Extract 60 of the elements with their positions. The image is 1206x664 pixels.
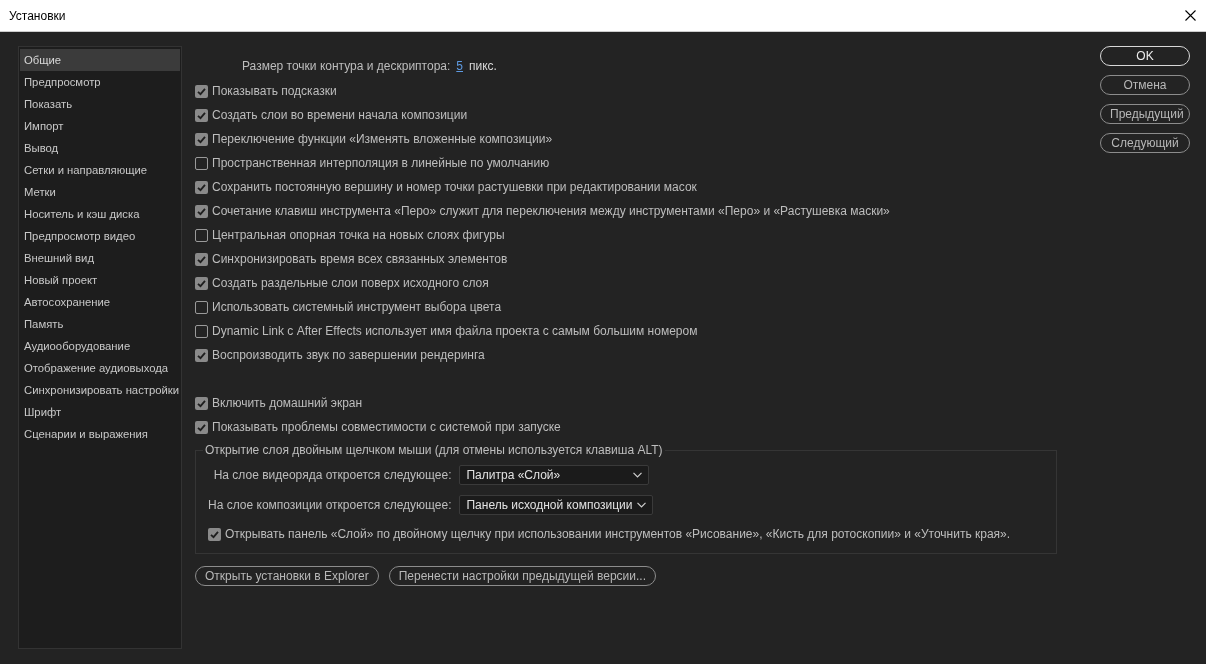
checkbox-label: Открывать панель «Слой» по двойному щелчку при использовании инструментов «Рисование», «Кисть для ротоскопии» и «Уточнить края». xyxy=(225,527,1011,541)
sidebar-item[interactable]: Новый проект xyxy=(20,269,180,291)
checkbox[interactable] xyxy=(195,324,208,338)
sidebar-item[interactable]: Шрифт xyxy=(20,401,180,423)
checkbox[interactable] xyxy=(195,300,208,314)
checkbox-label: Показывать проблемы совместимости с системой при запуске xyxy=(212,420,561,434)
checkbox[interactable] xyxy=(195,108,208,122)
sidebar-item[interactable]: Автосохранение xyxy=(20,291,180,313)
checkbox-label: Создать слои во времени начала композиции xyxy=(212,108,468,122)
chevron-icon xyxy=(637,502,647,508)
chevron-icon xyxy=(633,472,643,478)
sidebar-item[interactable]: Общие xyxy=(20,49,180,71)
checkbox[interactable] xyxy=(195,156,208,170)
sidebar-item[interactable]: Аудиооборудование xyxy=(20,335,180,357)
close-icon[interactable] xyxy=(1185,10,1196,21)
sidebar-item[interactable]: Метки xyxy=(20,181,180,203)
checkbox-label: Создать раздельные слои поверх исходного слоя xyxy=(212,276,489,290)
sidebar-item[interactable]: Отображение аудиовыхода xyxy=(20,357,180,379)
sidebar-item[interactable]: Предпросмотр xyxy=(20,71,180,93)
checkbox[interactable] xyxy=(195,180,208,194)
sidebar-item[interactable]: Синхронизировать настройки xyxy=(20,379,180,401)
checkbox-label: Использовать системный инструмент выбора цвета xyxy=(212,300,502,314)
sidebar-item[interactable]: Показать xyxy=(20,93,180,115)
checkbox[interactable] xyxy=(195,228,208,242)
dropdown[interactable]: Панель исходной композиции xyxy=(459,495,654,515)
checkbox[interactable] xyxy=(195,252,208,266)
sidebar-item[interactable]: Предпросмотр видео xyxy=(20,225,180,247)
checkbox-label: Воспроизводить звук по завершении рендеринга xyxy=(212,348,485,362)
checkbox-label: Пространственная интерполяция в линейные по умолчанию xyxy=(212,156,550,170)
sidebar-item[interactable]: Сценарии и выражения xyxy=(20,423,180,445)
checkbox[interactable] xyxy=(195,84,208,98)
checkbox-label: Dynamic Link с After Effects использует имя файла проекта с самым большим номером xyxy=(212,324,698,338)
checkbox[interactable] xyxy=(195,204,208,218)
sidebar-item[interactable]: Носитель и кэш диска xyxy=(20,203,180,225)
sidebar-item[interactable]: Память xyxy=(20,313,180,335)
checkbox[interactable] xyxy=(195,348,208,362)
checkbox-label: Синхронизировать время всех связанных элементов xyxy=(212,252,508,266)
checkbox-label: Сохранить постоянную вершину и номер точки растушевки при редактировании масок xyxy=(212,180,697,194)
window-title: Установки xyxy=(9,8,66,23)
checkbox-label: Сочетание клавиш инструмента «Перо» служит для переключения между инструментами «Перо» и «Растушевка маски» xyxy=(212,204,890,218)
field-label: На слое видеоряда откроется следующее: xyxy=(212,468,452,482)
checkbox[interactable] xyxy=(195,396,208,410)
field-label: На слое композиции откроется следующее: xyxy=(208,498,452,512)
checkbox[interactable] xyxy=(195,276,208,290)
checkbox-label: Включить домашний экран xyxy=(212,396,363,410)
field-label: Размер точки контура и дескриптора: xyxy=(242,59,451,73)
checkbox-label: Центральная опорная точка на новых слоях фигуры xyxy=(212,228,505,242)
sidebar-item[interactable]: Сетки и направляющие xyxy=(20,159,180,181)
checkbox-label: Показывать подсказки xyxy=(212,84,337,98)
checkbox[interactable] xyxy=(195,132,208,146)
sidebar-item[interactable]: Импорт xyxy=(20,115,180,137)
number-field[interactable]: 5 xyxy=(456,59,463,73)
checkbox[interactable] xyxy=(195,420,208,434)
checkbox[interactable] xyxy=(208,527,221,541)
sidebar-item[interactable]: Внешний вид xyxy=(20,247,180,269)
group-title: Открытие слоя двойным щелчком мыши (для отмены используется клавиша ALT) xyxy=(204,443,664,457)
checkbox-label: Переключение функции «Изменять вложенные композиции» xyxy=(212,132,553,146)
dropdown[interactable]: Палитра «Слой» xyxy=(459,465,650,485)
sidebar-item[interactable]: Вывод xyxy=(20,137,180,159)
unit-label: пикс. xyxy=(469,59,497,73)
